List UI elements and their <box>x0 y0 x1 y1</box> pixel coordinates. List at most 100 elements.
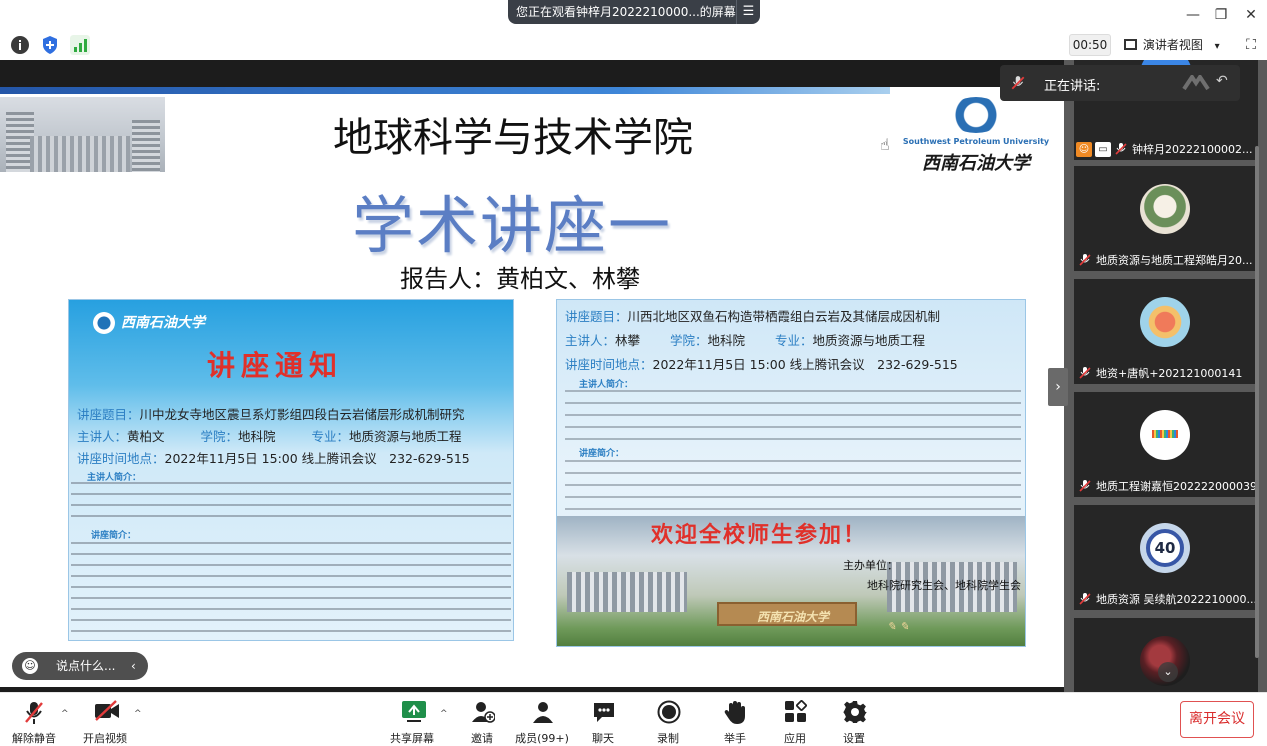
now-speaking-bar: 正在讲话: ↶ <box>1000 65 1240 101</box>
raise-hand-label: 举手 <box>724 732 746 745</box>
view-mode-label: 演讲者视图 <box>1142 38 1203 52</box>
poster-left-topic: 讲座题目：川中龙女寺地区震旦系灯影组四段白云岩储层形成机制研究 <box>77 407 465 422</box>
unmute-label: 解除静音 <box>12 732 56 745</box>
settings-label: 设置 <box>843 732 865 745</box>
mute-options-caret[interactable]: ^ <box>61 709 69 719</box>
notice-title: 讲座通知 <box>207 349 344 382</box>
chat-button[interactable]: 聊天 <box>573 697 633 745</box>
settings-button[interactable]: 设置 <box>824 697 884 745</box>
fullscreen-icon[interactable]: ⛶ <box>1241 35 1261 55</box>
avatar <box>1140 410 1190 460</box>
poster-left-host: 主讲人：黄柏文 学院：地科院 专业：地质资源与地质工程 <box>77 429 462 444</box>
sidebar-scrollbar[interactable] <box>1255 146 1259 658</box>
university-name-en: Southwest Petroleum University <box>902 137 1050 146</box>
participant-name: 钟梓月20222100002... <box>1132 143 1253 156</box>
university-logo: Southwest Petroleum University 西南石油大学 <box>896 97 1056 175</box>
shield-icon[interactable] <box>40 35 60 55</box>
microphone-off-icon <box>1079 367 1091 379</box>
organizer-head: 主办单位： <box>843 559 898 572</box>
chat-bubble-icon <box>594 703 614 722</box>
organizer-name: 地科院研究生会、地科院学生会 <box>867 579 1021 592</box>
poster-right-lecture-intro-head: 讲座简介： <box>579 449 625 459</box>
university-emblem-icon <box>948 97 1004 133</box>
lecture-series-title: 学术讲座一 <box>352 189 673 262</box>
share-screen-label: 共享屏幕 <box>390 732 434 745</box>
unmute-button[interactable]: 解除静音 <box>4 697 64 745</box>
restore-icon[interactable]: ❐ <box>1210 5 1232 25</box>
share-options-caret[interactable]: ^ <box>440 709 448 719</box>
video-off-icon <box>95 700 119 721</box>
members-label: 成员(99+) <box>515 732 569 745</box>
host-badge-icon: ☺ <box>1076 142 1092 157</box>
gate-inscription: 西南石油大学 <box>757 610 830 624</box>
meeting-toolbar: 解除静音 ^ 开启视频 ^ 共享屏幕 ^ 邀请 成员(99+) 聊天 录制 举手… <box>0 692 1267 746</box>
participant-tile[interactable]: 40 地质资源 吴续航2022210000... <box>1074 505 1258 610</box>
share-screen-button[interactable]: 共享屏幕 <box>382 697 442 745</box>
microphone-off-icon <box>1079 593 1091 605</box>
poster-right-host-intro-text <box>565 390 1021 442</box>
meeting-status-bar: 00:50 演讲者视图 ▾ ⛶ <box>0 30 1267 60</box>
view-mode-button[interactable]: 演讲者视图 ▾ <box>1124 35 1220 55</box>
campus-building-image <box>0 97 165 172</box>
chevron-left-icon[interactable]: ‹ <box>131 652 136 680</box>
collapse-sidebar-button[interactable]: › <box>1048 368 1068 406</box>
chevron-down-icon: ▾ <box>1214 41 1220 52</box>
view-mode-icon <box>1124 39 1137 50</box>
signal-icon[interactable] <box>70 35 90 55</box>
speed-limit-badge: 40 <box>1146 529 1184 567</box>
avatar <box>1140 184 1190 234</box>
viewing-screen-banner[interactable]: 您正在观看钟梓月2022210000...的屏幕 ☰ <box>508 0 760 24</box>
title-bar: 您正在观看钟梓月2022210000...的屏幕 ☰ — ❐ ✕ <box>0 0 1267 30</box>
poster-right-time: 讲座时间地点：2022年11月5日 15:00 线上腾讯会议 232-629-5… <box>565 357 958 372</box>
participant-tile[interactable]: 地资+唐帆+202121000141 <box>1074 279 1258 384</box>
participant-tile[interactable]: ⌄ <box>1074 618 1258 692</box>
close-icon[interactable]: ✕ <box>1240 5 1262 25</box>
chevron-down-icon[interactable]: ⌄ <box>1158 662 1178 682</box>
poster-right-host-intro-head: 主讲人简介： <box>579 380 634 390</box>
participant-sidebar: ☺ ▭ 钟梓月20222100002... 地质资源与地质工程郑皓月20... … <box>1064 60 1267 692</box>
audio-wave-icon <box>1182 75 1210 91</box>
quick-chat-input[interactable]: ☺ 说点什么... ‹ <box>12 652 148 680</box>
emoji-icon[interactable]: ☺ <box>22 658 38 674</box>
slide-title: 地球科学与技术学院 <box>333 115 693 161</box>
participant-tile[interactable]: 地质工程谢嘉恒202222000039 <box>1074 392 1258 497</box>
microphone-off-icon <box>1115 143 1127 155</box>
leave-meeting-button[interactable]: 离开会议 <box>1180 701 1254 738</box>
poster-right-lecture-intro-text <box>565 460 1021 518</box>
invite-label: 邀请 <box>471 732 493 745</box>
lecture-poster-right: 讲座题目：川西北地区双鱼石构造带栖霞组白云岩及其储层成因机制 主讲人：林攀 学院… <box>556 299 1026 647</box>
microphone-off-icon <box>1079 480 1091 492</box>
hand-cursor-icon: ☝ <box>880 135 890 154</box>
microphone-off-icon <box>25 702 43 724</box>
participant-name: 地质资源 吴续航2022210000... <box>1096 593 1257 606</box>
university-emblem-icon <box>93 312 115 334</box>
meeting-timer: 00:50 <box>1069 34 1111 56</box>
start-video-button[interactable]: 开启视频 <box>75 697 135 745</box>
members-button[interactable]: 成员(99+) <box>512 697 572 745</box>
slide-header-stripe <box>0 87 890 94</box>
participant-tile[interactable]: 地质资源与地质工程郑皓月20... <box>1074 166 1258 271</box>
info-icon[interactable] <box>10 35 30 55</box>
minimize-icon[interactable]: — <box>1182 5 1204 25</box>
apps-button[interactable]: 应用 <box>765 697 825 745</box>
microphone-off-icon <box>1011 76 1025 90</box>
raise-hand-button[interactable]: 举手 <box>705 697 765 745</box>
apps-icon <box>785 700 807 722</box>
menu-icon[interactable]: ☰ <box>736 0 760 24</box>
poster-logo: 西南石油大学 <box>93 312 205 334</box>
record-label: 录制 <box>657 732 679 745</box>
share-screen-icon <box>402 701 426 722</box>
invite-button[interactable]: 邀请 <box>452 697 512 745</box>
quick-chat-placeholder: 说点什么... <box>56 659 116 673</box>
record-button[interactable]: 录制 <box>638 697 698 745</box>
participant-name: 地资+唐帆+202121000141 <box>1096 367 1243 380</box>
avatar: 40 <box>1140 523 1190 573</box>
reply-arrow-icon[interactable]: ↶ <box>1216 73 1228 89</box>
gear-icon <box>843 701 867 723</box>
poster-right-host: 主讲人：林攀 学院：地科院 专业：地质资源与地质工程 <box>565 333 926 348</box>
viewing-screen-label: 您正在观看钟梓月2022210000...的屏幕 <box>516 5 736 19</box>
university-name-cn: 西南石油大学 <box>922 153 1030 174</box>
apps-label: 应用 <box>784 732 806 745</box>
calligraphy-mark: ✎ ✎ <box>887 620 909 633</box>
video-options-caret[interactable]: ^ <box>134 709 142 719</box>
